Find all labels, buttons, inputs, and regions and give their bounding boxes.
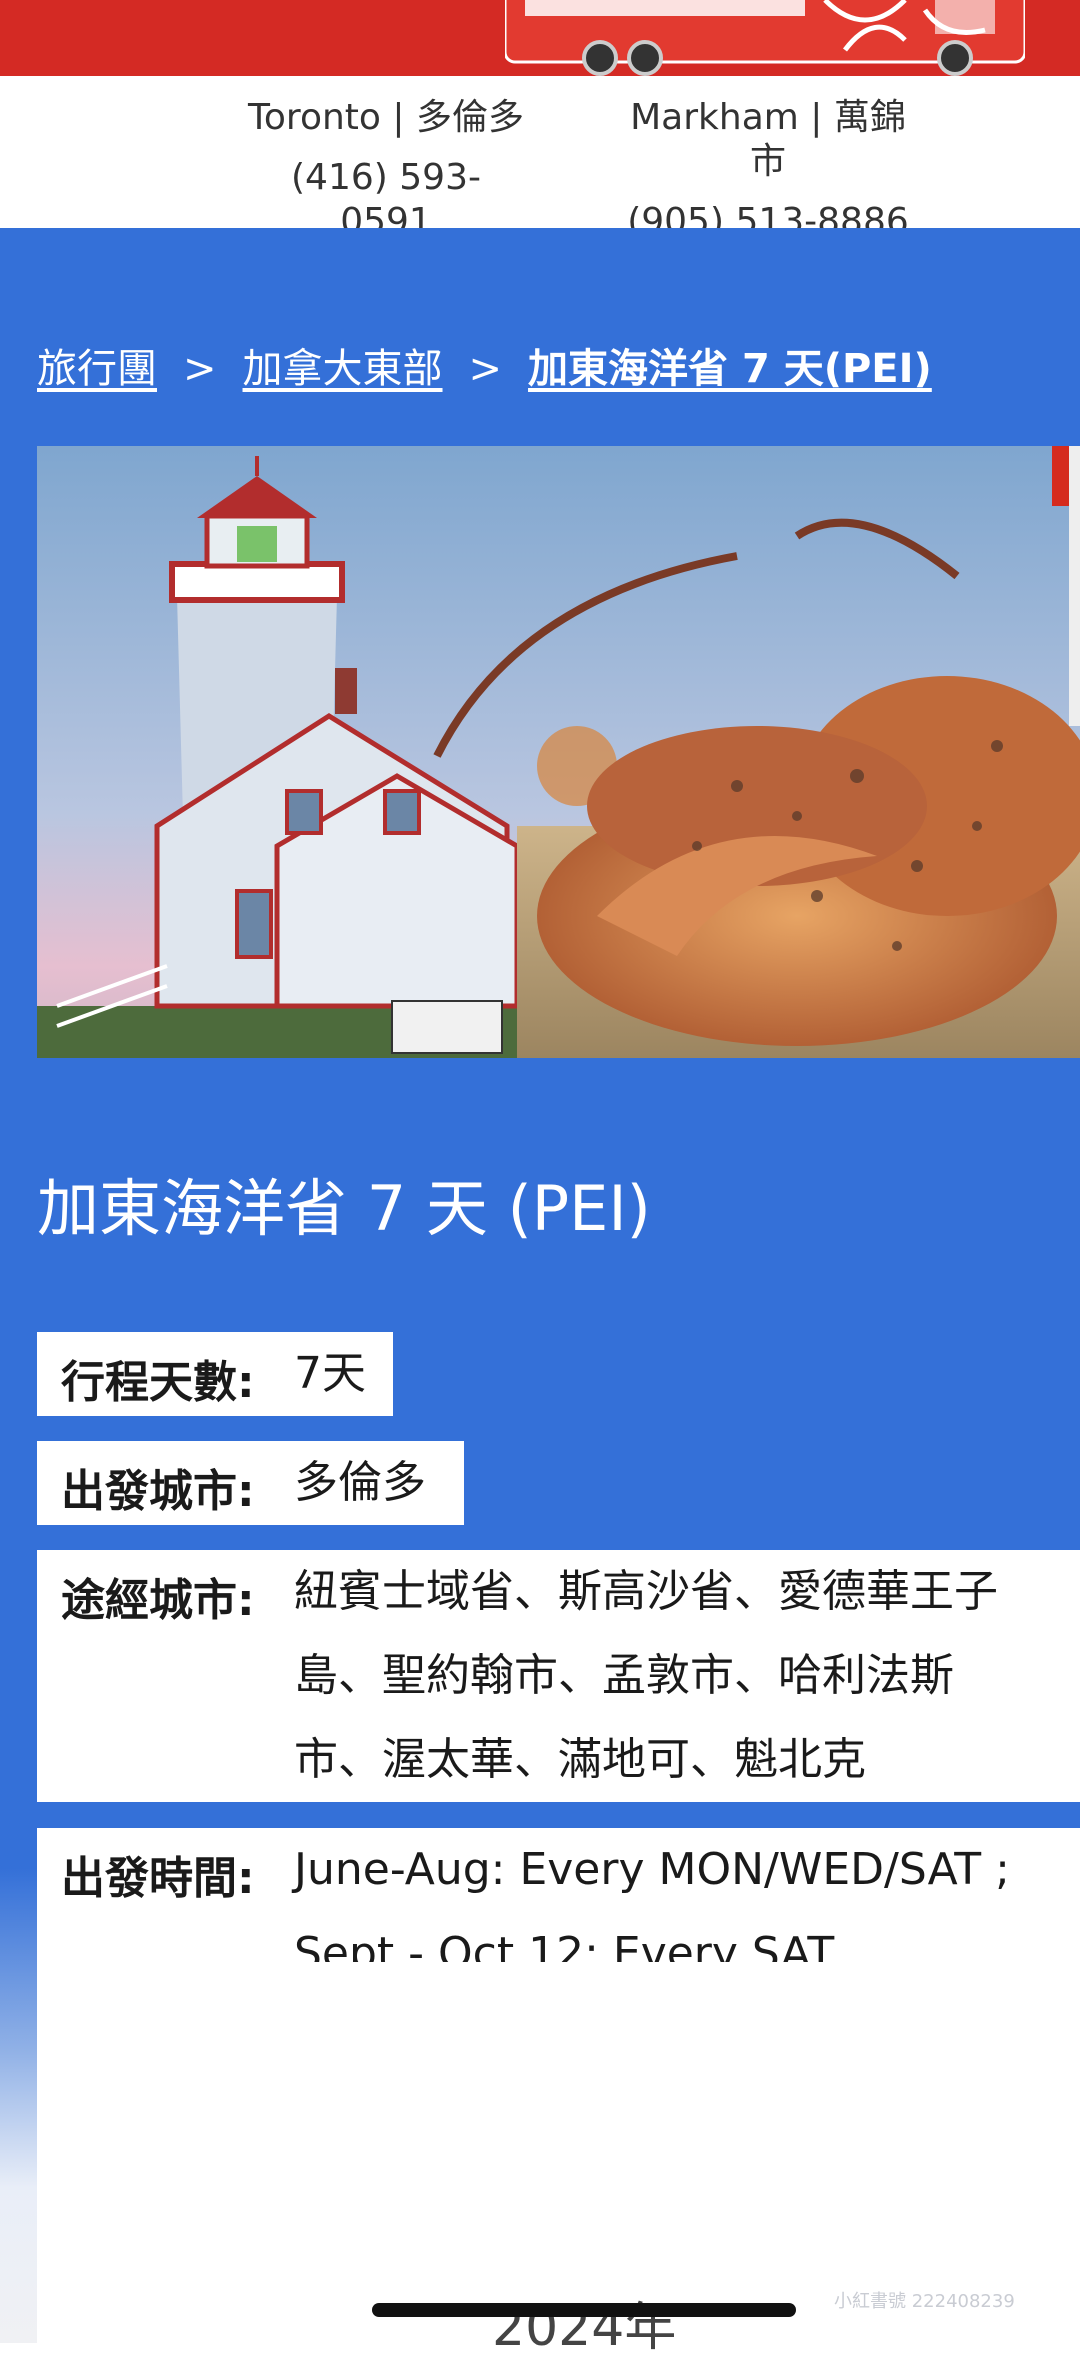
detail-days-value: 7天 — [294, 1348, 366, 1399]
tour-title: 加東海洋省 7 天 (PEI) — [37, 1172, 651, 1245]
watermark: 小紅書號 222408239 — [834, 2291, 1015, 2312]
hero-image — [37, 446, 1080, 1058]
detail-route-line: 島、聖約翰市、孟敦市、哈利法斯 — [294, 1650, 954, 1701]
breadcrumb-tours-link[interactable]: 旅行團 — [37, 346, 157, 392]
breadcrumb-separator: > — [468, 346, 503, 392]
lighthouse-lobster-photo — [37, 446, 1080, 1058]
breadcrumb-separator: > — [183, 346, 217, 392]
top-banner — [0, 0, 1080, 76]
markham-contact: Markham | 萬錦市 (905) 513-8886 — [618, 96, 918, 248]
detail-route-row: 途經城市: 紐賓士域省、斯高沙省、愛德華王子 島、聖約翰市、孟敦市、哈利法斯 市… — [37, 1550, 1080, 1802]
home-indicator[interactable] — [372, 2303, 796, 2317]
toronto-city-label: Toronto | 多倫多 — [248, 97, 524, 138]
detail-schedule-line: June-Aug: Every MON/WED/SAT ; — [294, 1844, 1010, 1895]
itinerary-year-heading: 2024年 — [492, 2298, 677, 2358]
detail-route-label: 途經城市: — [61, 1575, 255, 1626]
detail-route-line: 紐賓士域省、斯高沙省、愛德華王子 — [294, 1566, 998, 1617]
detail-departure-city-value: 多倫多 — [294, 1457, 426, 1508]
detail-departure-city-row: 出發城市: 多倫多 — [37, 1441, 464, 1525]
breadcrumb-eastern-canada-link[interactable]: 加拿大東部 — [243, 346, 443, 392]
detail-route-line: 市、渥太華、滿地可、魁北克 — [294, 1734, 866, 1785]
breadcrumb-current-link[interactable]: 加東海洋省 7 天(PEI) — [528, 346, 932, 392]
detail-route-value: 紐賓士域省、斯高沙省、愛德華王子 島、聖約翰市、孟敦市、哈利法斯 市、渥太華、滿… — [294, 1550, 998, 1802]
detail-schedule-label: 出發時間: — [61, 1853, 255, 1904]
contact-strip: Toronto | 多倫多 (416) 593-0591 Markham | 萬… — [0, 76, 1080, 248]
detail-days-label: 行程天數: — [61, 1357, 255, 1408]
detail-days-row: 行程天數: 7天 — [37, 1332, 393, 1416]
markham-city-label: Markham | 萬錦市 — [630, 97, 906, 182]
breadcrumb: 旅行團 > 加拿大東部 > 加東海洋省 7 天(PEI) — [37, 336, 932, 394]
toronto-contact: Toronto | 多倫多 (416) 593-0591 — [248, 96, 524, 248]
detail-departure-city-label: 出發城市: — [61, 1466, 255, 1517]
tour-bus-graphic — [505, 0, 1025, 76]
